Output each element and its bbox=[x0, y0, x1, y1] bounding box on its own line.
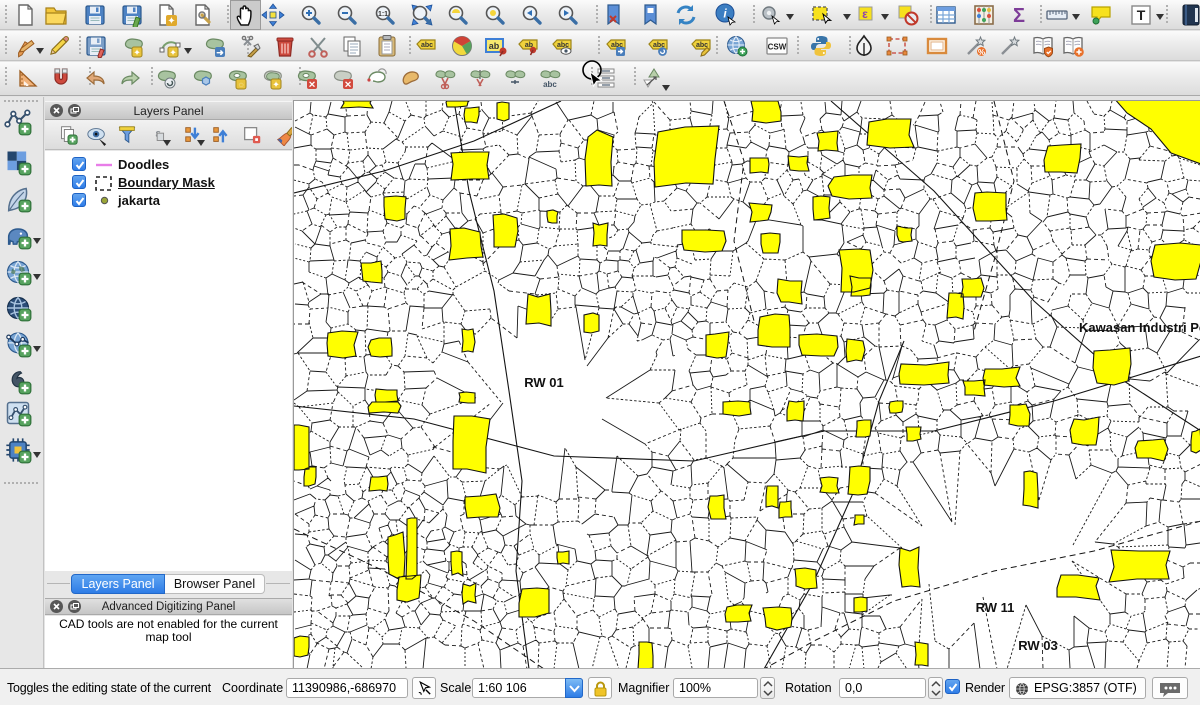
svg-text:RW 03: RW 03 bbox=[1018, 638, 1058, 653]
svg-text:✦: ✦ bbox=[167, 16, 175, 27]
svg-text:✦: ✦ bbox=[169, 48, 177, 58]
svg-text:RW 01: RW 01 bbox=[524, 375, 564, 390]
svg-text:✕: ✕ bbox=[344, 80, 352, 90]
svg-text:abc: abc bbox=[421, 42, 433, 49]
svg-text:ε: ε bbox=[862, 7, 868, 21]
svg-text:✦: ✦ bbox=[272, 80, 280, 90]
svg-text:abc: abc bbox=[543, 80, 557, 89]
svg-text:➜: ➜ bbox=[216, 48, 224, 58]
svg-text:Kawasan Industri Pe: Kawasan Industri Pe bbox=[1079, 320, 1200, 335]
svg-text:ab: ab bbox=[489, 41, 500, 51]
svg-text:✦: ✦ bbox=[133, 48, 141, 58]
svg-text:◌: ◌ bbox=[238, 80, 243, 90]
svg-text:RW 11: RW 11 bbox=[976, 600, 1015, 615]
svg-text:1:1: 1:1 bbox=[378, 11, 388, 18]
svg-text:CSW: CSW bbox=[768, 43, 787, 52]
svg-text:T: T bbox=[1137, 7, 1146, 23]
svg-text:✕: ✕ bbox=[308, 80, 316, 90]
svg-text:Σ: Σ bbox=[1013, 5, 1025, 27]
svg-text:%: % bbox=[978, 48, 985, 57]
